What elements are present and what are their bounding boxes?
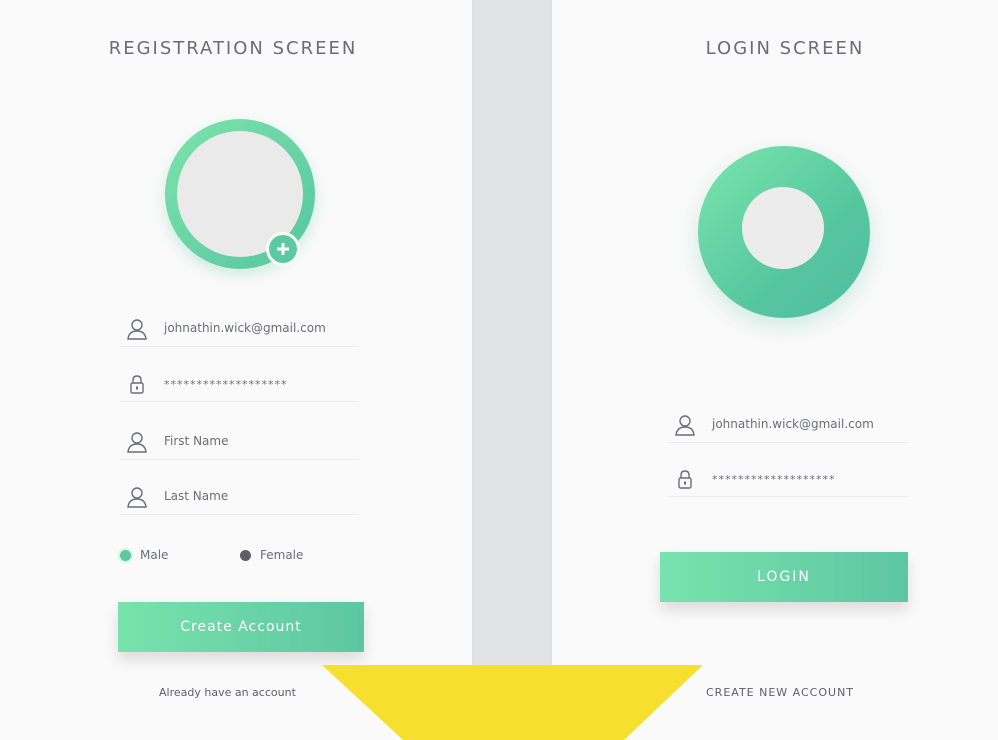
login-panel: LOGIN SCREEN johnathin.wick@gmail.com **… [552,0,998,740]
user-icon [127,432,147,453]
avatar-center [742,187,824,269]
create-account-button[interactable]: Create Account [118,602,364,652]
email-field[interactable]: johnathin.wick@gmail.com [120,312,358,347]
lock-icon [130,375,144,394]
email-value: johnathin.wick@gmail.com [164,321,326,335]
already-have-account-link[interactable]: Already have an account [159,686,296,699]
gender-male-label: Male [140,548,169,562]
plus-icon [277,243,289,255]
first-name-placeholder: First Name [164,434,229,448]
login-email-field[interactable]: johnathin.wick@gmail.com [668,408,908,443]
registration-title: REGISTRATION SCREEN [108,38,358,59]
gender-female-label: Female [260,548,304,562]
login-avatar [698,146,870,318]
user-icon [127,319,147,340]
user-icon [675,415,695,436]
first-name-field[interactable]: First Name [120,425,358,460]
create-new-account-link[interactable]: CREATE NEW ACCOUNT [706,686,854,699]
radio-selected-dot [120,550,131,561]
login-title: LOGIN SCREEN [705,38,865,59]
user-icon [127,487,147,508]
login-password-field[interactable]: ******************* [668,462,908,497]
registration-panel: REGISTRATION SCREEN johnathin.wick@gmail… [0,0,472,740]
password-value: ******************* [164,378,288,391]
login-button[interactable]: LOGIN [660,552,908,602]
password-field[interactable]: ******************* [120,367,358,402]
login-email-value: johnathin.wick@gmail.com [712,417,874,431]
last-name-field[interactable]: Last Name [120,480,358,515]
lock-icon [678,470,692,489]
radio-unselected-dot [240,550,251,561]
last-name-placeholder: Last Name [164,489,229,503]
add-photo-button[interactable] [266,232,300,266]
login-password-value: ******************* [712,473,836,486]
